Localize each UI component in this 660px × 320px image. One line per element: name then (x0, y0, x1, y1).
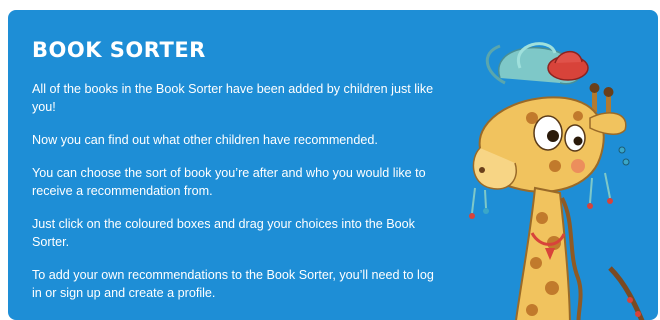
panel-title: BOOK SORTER (32, 38, 206, 62)
login-paragraph: To add your own recommendations to the B… (32, 268, 434, 300)
intro-paragraph: All of the books in the Book Sorter have… (32, 82, 434, 114)
book-sorter-info-panel: BOOK SORTER All of the books in the Book… (8, 10, 658, 320)
giraffe-illustration-icon (469, 42, 645, 320)
choose-paragraph: You can choose the sort of book you’re a… (32, 166, 426, 198)
panel-description: All of the books in the Book Sorter have… (32, 80, 442, 317)
drag-instructions-paragraph: Just click on the coloured boxes and dra… (32, 217, 415, 249)
recommendations-paragraph: Now you can find out what other children… (32, 133, 378, 147)
